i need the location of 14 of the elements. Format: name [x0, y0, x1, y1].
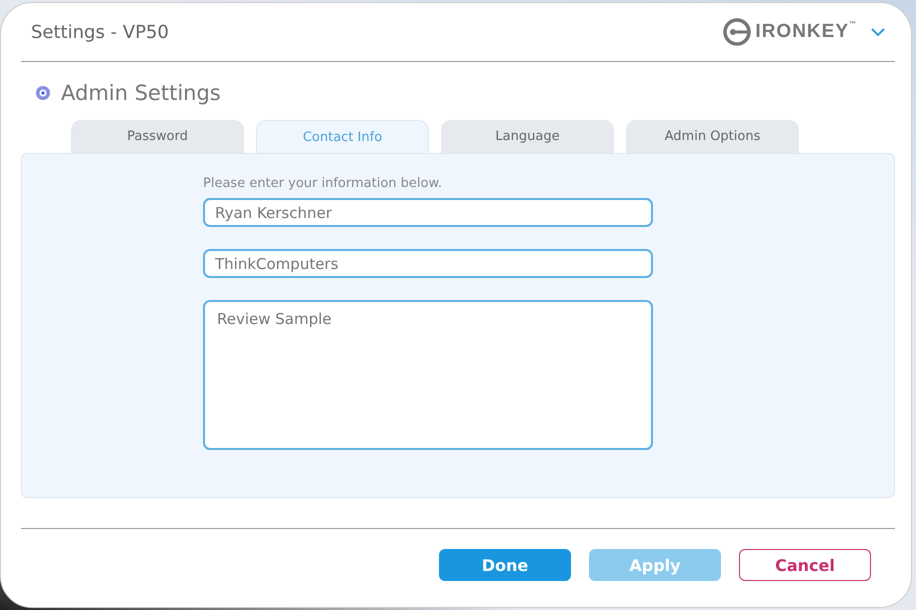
input-field[interactable]: Ryan Kerschner — [203, 198, 653, 227]
text-area[interactable]: Review Sample — [203, 300, 653, 450]
tab[interactable]: Admin Options — [626, 120, 799, 153]
window-title: Settings - VP50 — [31, 22, 170, 42]
section-title: Admin Settings — [61, 81, 221, 105]
tab[interactable]: Password — [71, 120, 244, 153]
key-icon — [723, 18, 752, 46]
chevron-down-icon[interactable] — [871, 28, 885, 36]
tab[interactable]: Contact Info — [256, 120, 429, 153]
instruction-text: Please enter your information below. — [203, 176, 444, 191]
done-button[interactable]: Done — [439, 549, 571, 581]
input-field[interactable]: ThinkComputers — [203, 249, 653, 278]
tab[interactable]: Language — [441, 120, 614, 153]
cancel-button[interactable]: Cancel — [739, 549, 871, 581]
